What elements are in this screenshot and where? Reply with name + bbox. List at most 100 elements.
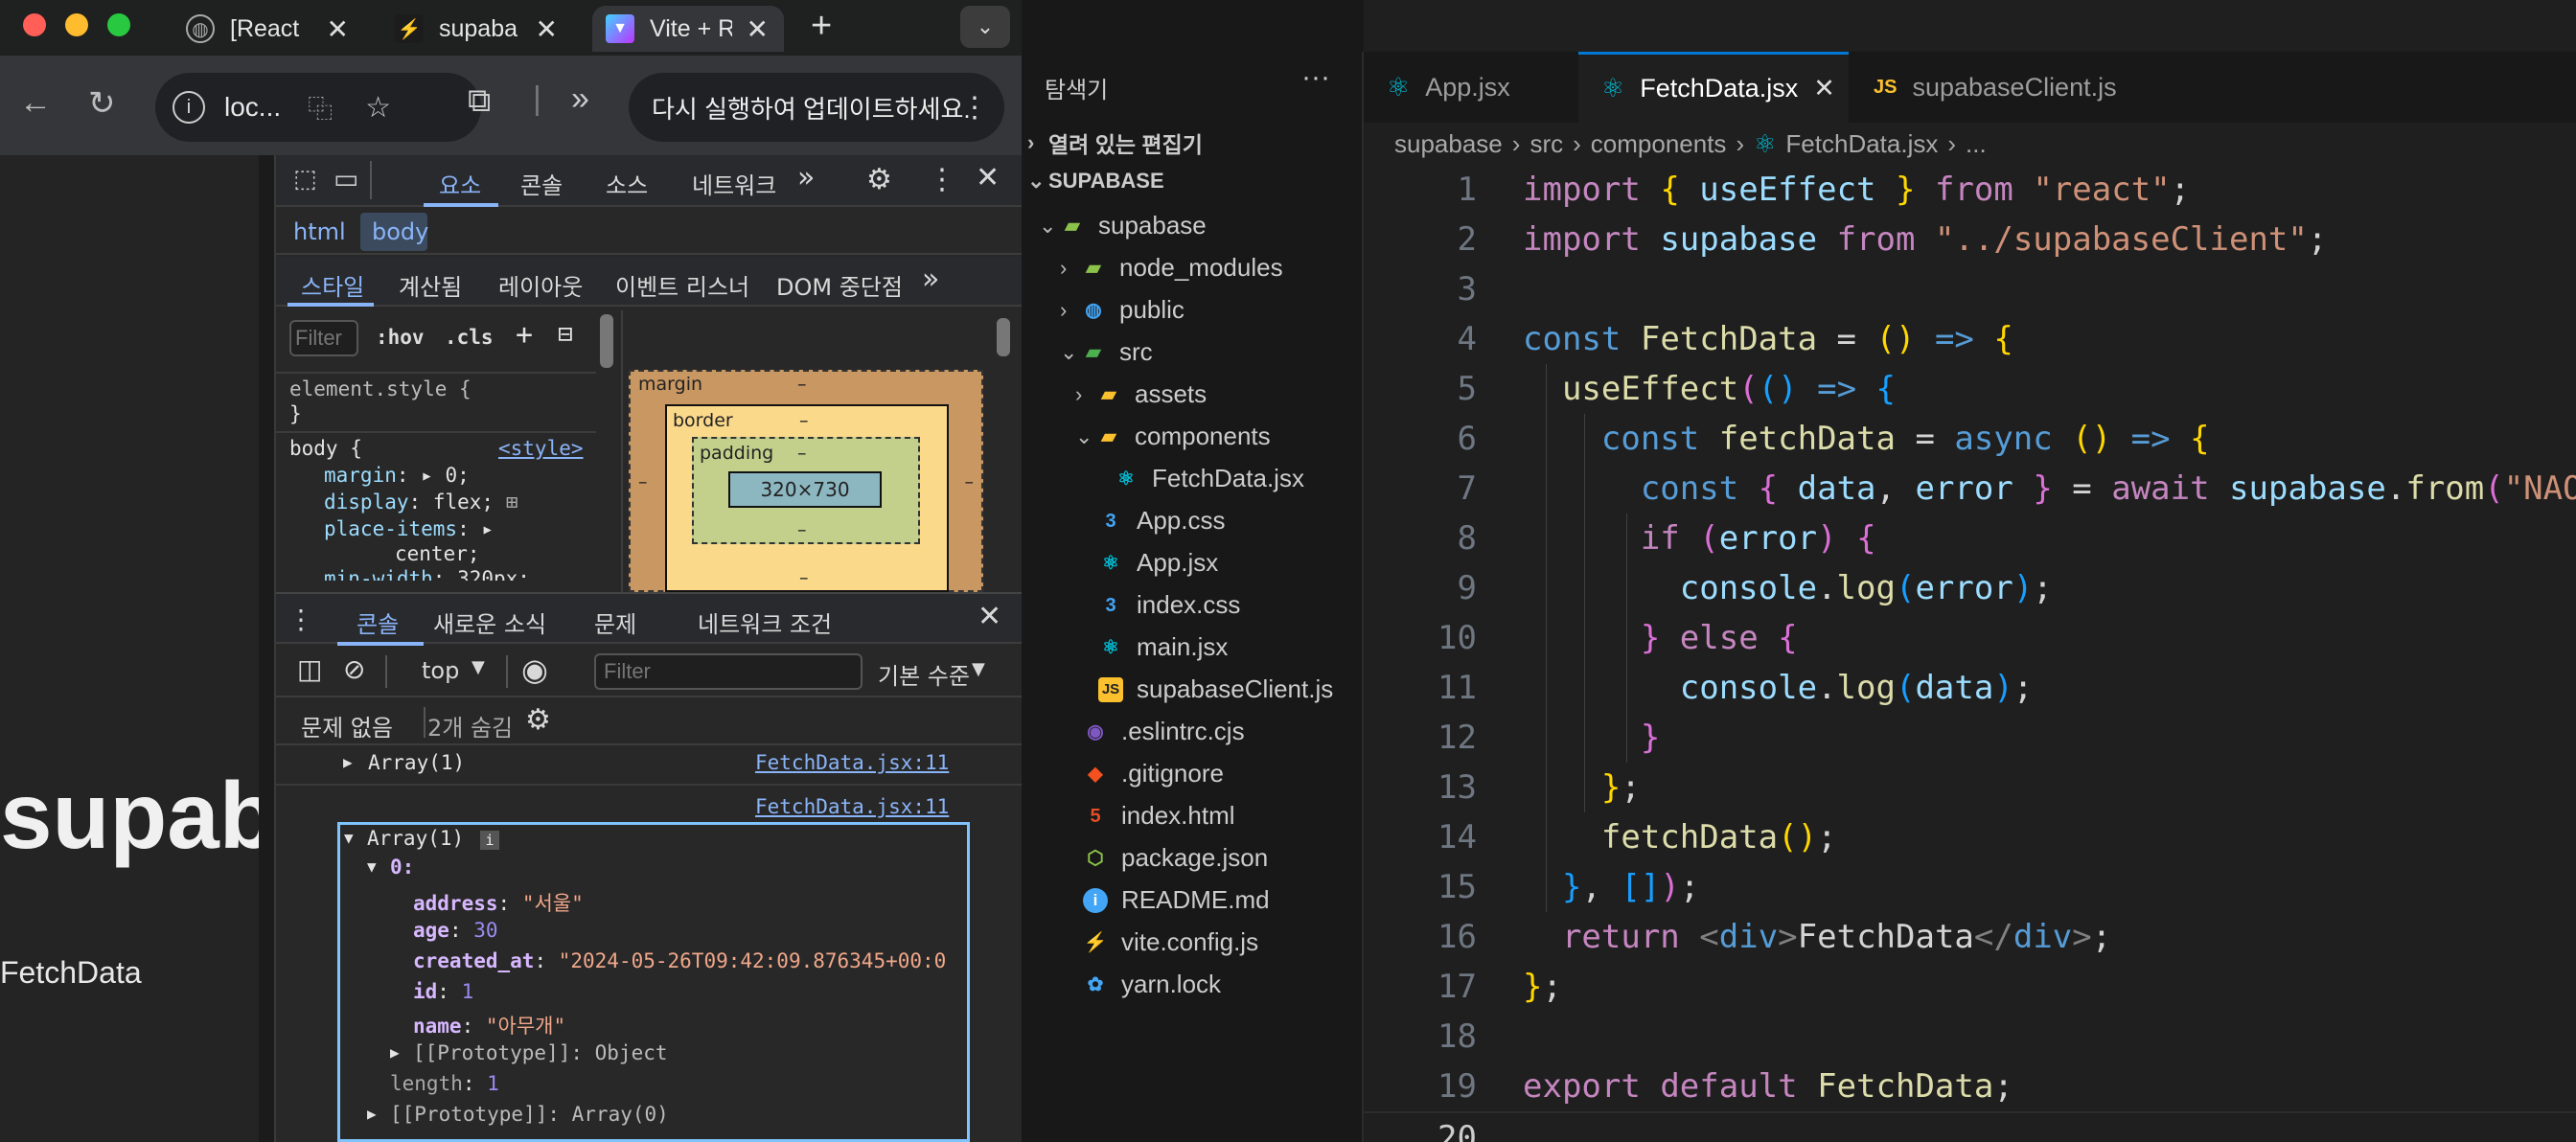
update-button[interactable]: 다시 실행하여 업데이트하세요. ⋮	[629, 73, 1004, 142]
tab-network[interactable]: 네트워크	[692, 167, 776, 200]
tree-item-package-json[interactable]: ⬡ package.json	[1083, 843, 1268, 873]
tab-dom-breakpoints[interactable]: DOM 중단점	[776, 268, 903, 302]
tree-item-app-css[interactable]: 3 App.css	[1098, 506, 1225, 536]
tree-item-index-css[interactable]: 3 index.css	[1098, 590, 1240, 620]
minimize-window-button[interactable]	[65, 13, 88, 36]
console-source-link[interactable]: FetchData.jsx:11	[755, 795, 949, 818]
tree-item-supabase-client[interactable]: JS supabaseClient.js	[1098, 674, 1333, 704]
tab-computed[interactable]: 계산됨	[399, 268, 462, 302]
tree-item-readme[interactable]: i README.md	[1083, 885, 1270, 915]
back-icon[interactable]: ←	[19, 84, 52, 122]
tree-item-assets[interactable]: › ▰ assets	[1075, 379, 1207, 409]
hidden-count-label[interactable]: 2개 숨김	[427, 709, 513, 742]
explorer-more-icon[interactable]: ···	[1301, 61, 1330, 94]
reload-icon[interactable]: ↻	[88, 84, 116, 123]
tree-item-gitignore[interactable]: ◆ .gitignore	[1083, 759, 1224, 788]
tree-item-vite-config[interactable]: ⚡ vite.config.js	[1083, 927, 1259, 957]
style-source-link[interactable]: <style>	[498, 437, 584, 460]
console-settings-icon[interactable]: ⚙	[525, 703, 551, 737]
tab-console[interactable]: 콘솔	[520, 167, 563, 200]
add-rule-icon[interactable]: +	[516, 318, 533, 352]
site-info-icon[interactable]: i	[172, 91, 205, 124]
inspect-element-icon[interactable]: ⬚	[293, 165, 317, 194]
log-level-dropdown-icon[interactable]: ▼	[972, 659, 985, 679]
close-window-button[interactable]	[23, 13, 46, 36]
tab-sources[interactable]: 소스	[606, 167, 648, 200]
tree-item-src[interactable]: ⌄ ▰ src	[1060, 337, 1153, 367]
more-tabs-icon[interactable]: »	[797, 161, 815, 194]
browser-tab-supabase[interactable]: ⚡ supaba ✕	[381, 6, 573, 52]
breadcrumb-item[interactable]: ...	[1966, 129, 1987, 159]
path-html[interactable]: html	[293, 218, 346, 245]
toggle-sidebar-icon[interactable]: ⊟	[558, 320, 573, 349]
editor-tab-fetchdata[interactable]: ⚛ FetchData.jsx ✕	[1578, 52, 1849, 123]
tab-event-listeners[interactable]: 이벤트 리스너	[615, 268, 749, 302]
translate-icon[interactable]: ⿻	[308, 90, 333, 126]
console-message[interactable]: ▶ Array(1) FetchData.jsx:11	[276, 742, 1022, 786]
context-selector[interactable]: top	[422, 657, 459, 684]
console-sidebar-icon[interactable]: ◫	[297, 653, 322, 685]
tree-item-app-jsx[interactable]: ⚛ App.jsx	[1098, 548, 1218, 578]
breadcrumb-item[interactable]: src	[1530, 129, 1563, 159]
live-expression-eye-icon[interactable]: ◉	[521, 651, 548, 688]
hov-toggle[interactable]: :hov	[376, 326, 425, 349]
device-toolbar-icon[interactable]: ▭	[334, 163, 358, 194]
breadcrumb-item[interactable]: supabase	[1394, 129, 1503, 159]
more-style-tabs-icon[interactable]: »	[922, 263, 939, 296]
close-tab-icon[interactable]: ✕	[747, 13, 769, 45]
drawer-tab-issues[interactable]: 문제	[594, 605, 636, 639]
devtools-resize-handle[interactable]	[259, 155, 276, 1142]
tree-item-public[interactable]: › ◍ public	[1060, 295, 1184, 325]
console-source-link[interactable]: FetchData.jsx:11	[755, 751, 949, 774]
context-dropdown-icon[interactable]: ▼	[472, 657, 485, 677]
console-filter-input[interactable]	[594, 653, 862, 690]
editor-tab-supabase-client[interactable]: JS supabaseClient.js	[1851, 52, 2138, 123]
editor-tab-app-jsx[interactable]: ⚛ App.jsx	[1364, 52, 1576, 123]
extensions-icon[interactable]: ⧉	[468, 82, 491, 120]
tree-item-supabase[interactable]: ⌄ ▰ supabase	[1039, 211, 1207, 240]
browser-tab-react[interactable]: ◍ [React ✕	[172, 6, 364, 52]
drawer-tab-console[interactable]: 콘솔	[356, 605, 399, 639]
tree-item-components[interactable]: ⌄ ▰ components	[1075, 422, 1271, 451]
more-menu-icon[interactable]: ⋮	[960, 91, 989, 125]
drawer-tab-whats-new[interactable]: 새로운 소식	[433, 605, 546, 639]
open-editors-section[interactable]: › 열려 있는 편집기	[1027, 126, 1203, 159]
breadcrumb-item[interactable]: components	[1591, 129, 1727, 159]
tree-item-fetchdata[interactable]: ⚛ FetchData.jsx	[1114, 464, 1304, 493]
boxmodel-scrollbar[interactable]	[997, 318, 1010, 356]
no-issues-label[interactable]: 문제 없음	[301, 709, 393, 742]
flexbox-editor-icon[interactable]: ⊞	[506, 491, 518, 514]
tree-item-index-html[interactable]: 5 index.html	[1083, 801, 1234, 831]
close-tab-icon[interactable]: ✕	[1813, 74, 1835, 103]
breadcrumb-item[interactable]: FetchData.jsx	[1785, 129, 1938, 159]
tab-elements[interactable]: 요소	[439, 167, 481, 200]
address-bar[interactable]: i loc... ⿻ ☆	[155, 73, 481, 142]
styles-scrollbar[interactable]	[600, 314, 613, 368]
settings-gear-icon[interactable]: ⚙	[866, 163, 892, 196]
more-extensions-icon[interactable]: »	[571, 80, 589, 118]
styles-filter-input[interactable]	[289, 320, 358, 356]
log-level-selector[interactable]: 기본 수준	[878, 657, 970, 691]
workspace-root[interactable]: ⌄ SUPABASE	[1027, 169, 1164, 194]
cls-toggle[interactable]: .cls	[445, 326, 494, 349]
tree-item-yarn-lock[interactable]: ✿ yarn.lock	[1083, 970, 1221, 999]
clear-console-icon[interactable]: ⊘	[343, 653, 365, 685]
path-body[interactable]: body	[372, 218, 428, 245]
tree-item-eslintrc[interactable]: ◉ .eslintrc.cjs	[1083, 717, 1244, 746]
tab-styles[interactable]: 스타일	[301, 268, 364, 302]
tab-search-icon[interactable]: ⌄	[960, 6, 1010, 48]
tree-item-main-jsx[interactable]: ⚛ main.jsx	[1098, 632, 1228, 662]
close-tab-icon[interactable]: ✕	[536, 13, 558, 45]
browser-tab-vite[interactable]: ▼ Vite + R ✕	[592, 6, 784, 52]
tab-layout[interactable]: 레이아웃	[498, 268, 583, 302]
drawer-menu-icon[interactable]: ⋮	[288, 604, 314, 635]
tree-item-node-modules[interactable]: › ▰ node_modules	[1060, 253, 1283, 283]
close-drawer-icon[interactable]: ✕	[978, 600, 1001, 633]
close-devtools-icon[interactable]: ✕	[976, 161, 1000, 194]
maximize-window-button[interactable]	[107, 13, 130, 36]
new-tab-icon[interactable]: +	[811, 6, 832, 47]
more-options-icon[interactable]: ⋮	[928, 163, 956, 196]
drawer-tab-network-conditions[interactable]: 네트워크 조건	[698, 605, 832, 639]
bookmark-star-icon[interactable]: ☆	[365, 91, 391, 125]
close-tab-icon[interactable]: ✕	[327, 13, 349, 45]
